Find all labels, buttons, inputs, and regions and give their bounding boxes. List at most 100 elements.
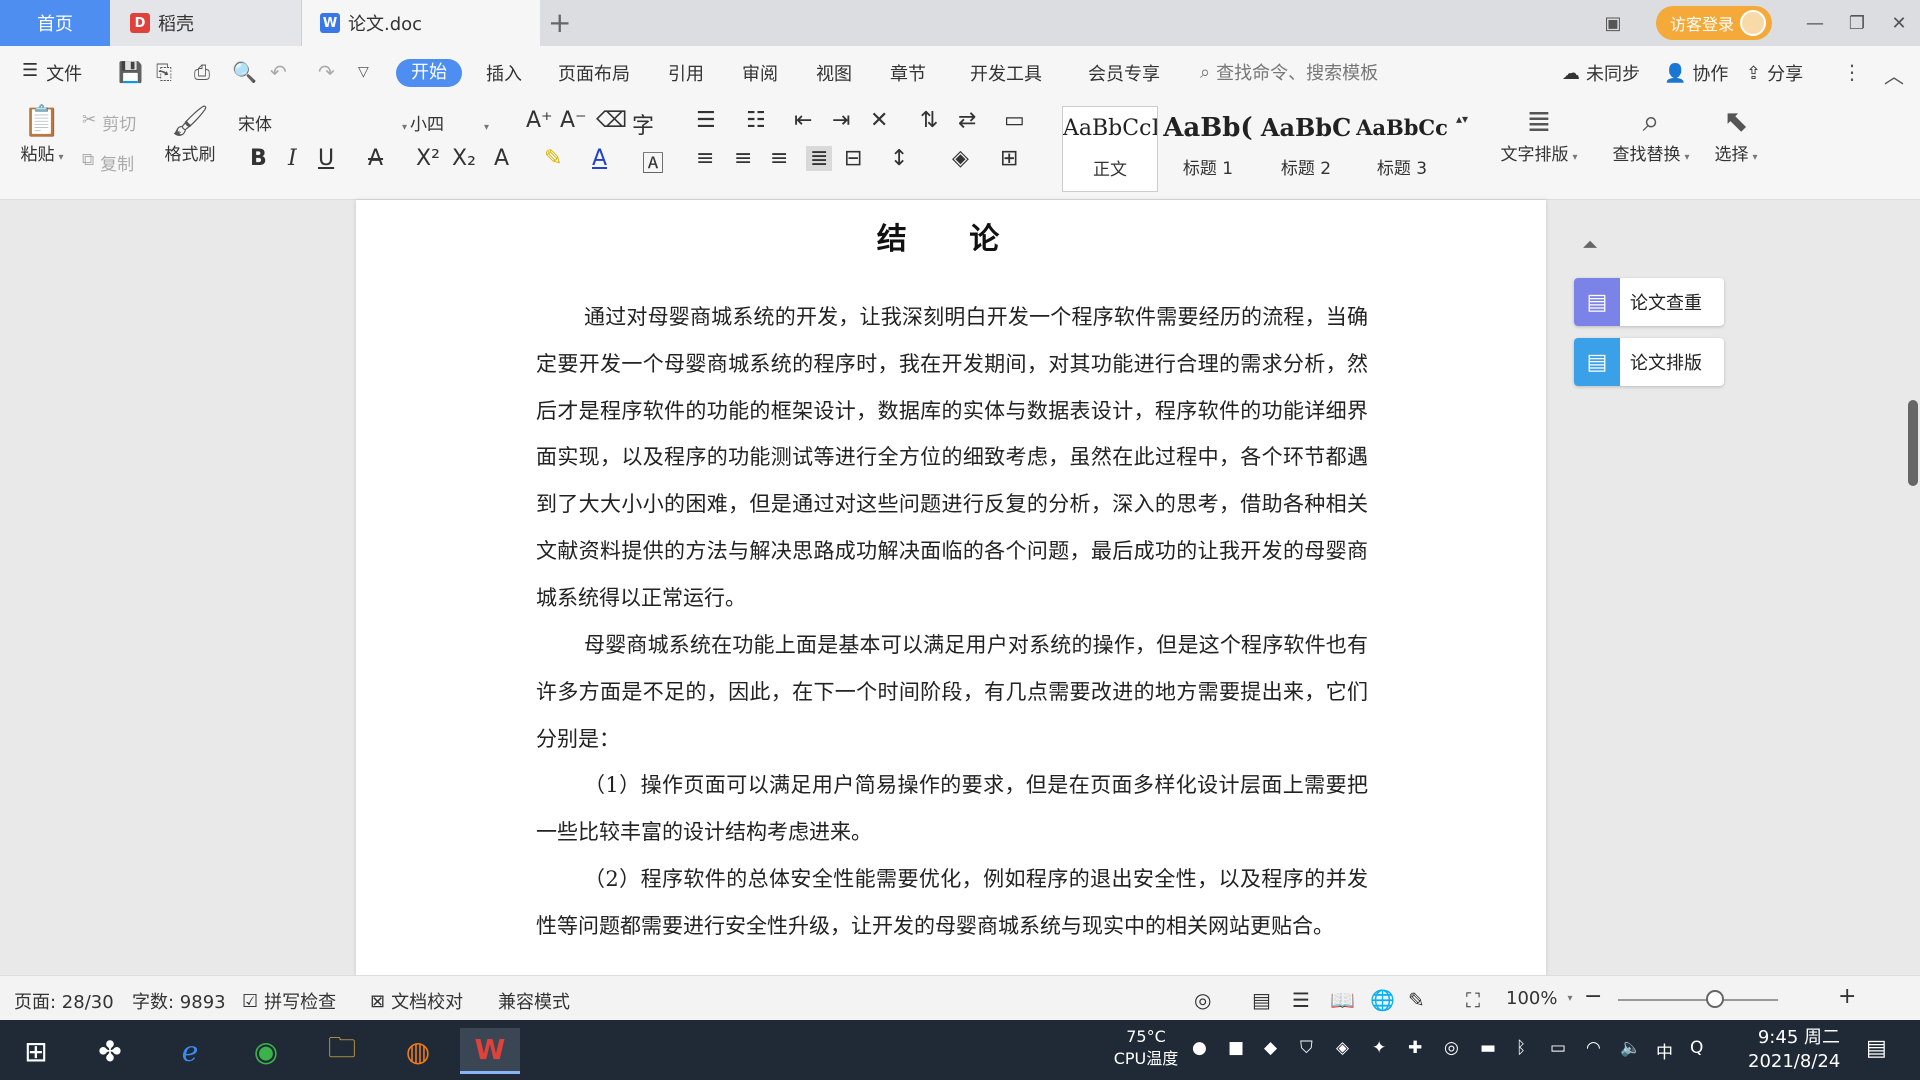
zoom-select[interactable]: 100% ▾ [1506,988,1573,1009]
print-preview-icon[interactable]: 🔍 [232,60,257,84]
proofread-button[interactable]: ⊠ 文档校对 [370,988,463,1014]
customize-chevron-icon[interactable]: ▽ [358,64,369,80]
tab-home[interactable]: 首页 [0,0,110,46]
tab-review[interactable]: 审阅 [742,60,778,86]
find-replace-button[interactable]: ⌕ 查找替换 ▾ [1606,104,1696,165]
paragraph[interactable]: （2）程序软件的总体安全性能需要优化，例如程序的退出安全性，以及程序的并发性等问… [536,856,1368,950]
line-spacing-icon[interactable]: ↕ [890,146,908,171]
tab-start[interactable]: 开始 [396,59,462,87]
undo-icon[interactable]: ↶ [270,60,287,84]
paragraph-direction-icon[interactable]: ⇄ [958,108,976,133]
align-left-icon[interactable]: ≡ [696,146,714,171]
increase-font-icon[interactable]: A⁺ [526,108,553,133]
search-tray-icon[interactable]: Q [1690,1038,1703,1058]
ruler-icon[interactable]: ▭ [1004,108,1025,133]
tab-reference[interactable]: 引用 [668,60,704,86]
paragraph[interactable]: 母婴商城系统在功能上面是基本可以满足用户对系统的操作，但是这个程序软件也有许多方… [536,622,1368,762]
collab-button[interactable]: 👤 协作 [1664,60,1728,86]
close-icon[interactable]: ✕ [1878,13,1920,34]
file-explorer-icon[interactable]: 🗀 [312,1028,372,1074]
underline-icon[interactable]: U [318,146,334,171]
outdent-icon[interactable]: ⇤ [794,108,812,133]
font-size-select[interactable]: 小四 ▾ [410,110,510,136]
more-icon[interactable]: ⋮ [1842,60,1862,84]
style-normal[interactable]: AaBbCcI 正文 [1062,106,1158,192]
bullet-list-icon[interactable]: ☰ [696,108,716,133]
style-heading3[interactable]: AaBbCc 标题 3 [1354,106,1450,192]
clock[interactable]: 9:45 周二 2021/8/24 [1748,1026,1840,1074]
paragraph[interactable]: （1）操作页面可以满足用户简易操作的要求，但是在页面多样化设计层面上需要把一些比… [536,762,1368,856]
indent-icon[interactable]: ⇥ [832,108,850,133]
web-view-icon[interactable]: 🌐 [1370,988,1395,1012]
clear-format-icon[interactable]: ⌫ [596,108,627,133]
minimize-icon[interactable]: — [1794,13,1836,34]
tray-app-icon[interactable]: ◈ [1336,1038,1349,1058]
align-center-icon[interactable]: ≡ [734,146,752,171]
zoom-slider-knob[interactable] [1706,990,1724,1008]
battery-icon[interactable]: ▭ [1550,1038,1566,1058]
char-border-icon[interactable]: 🄰 [642,146,664,178]
subscript-icon[interactable]: X₂ [452,146,476,171]
output-pdf-icon[interactable]: ⎘ [156,60,172,84]
new-tab-button[interactable]: + [548,6,571,39]
superscript-icon[interactable]: X² [416,146,440,171]
command-search[interactable]: ⌕ 查找命令、搜索模板 [1200,59,1378,85]
decrease-font-icon[interactable]: A⁻ [560,108,587,133]
font-name-select[interactable]: 宋体 ▾ [238,110,408,136]
strikethrough-icon[interactable]: A [368,146,383,171]
highlight-icon[interactable]: ✎ [544,146,562,171]
distribute-icon[interactable]: ⊟ [844,146,862,171]
select-button[interactable]: ⬉ 选择 ▾ [1706,104,1766,165]
text-layout-button[interactable]: ≣ 文字排版 ▾ [1494,104,1584,165]
document-page[interactable]: 结 论 通过对母婴商城系统的开发，让我深刻明白开发一个程序软件需要经历的流程，当… [356,200,1546,975]
style-scroll-icon[interactable]: ▴▾ [1456,112,1468,126]
page-view-icon[interactable]: ▤ [1252,988,1271,1012]
tab-insert[interactable]: 插入 [486,60,522,86]
pinwheel-app-icon[interactable]: ✤ [80,1028,140,1074]
fit-page-icon[interactable]: ⛶ [1466,988,1480,1012]
spell-check-button[interactable]: ☑ 拼写检查 [242,988,336,1014]
browser-green-icon[interactable]: ◉ [236,1028,296,1074]
reading-view-icon[interactable]: 📖 [1330,988,1355,1012]
tab-daoke[interactable]: D 稻壳 [110,0,302,46]
chinese-layout-icon[interactable]: ✕ [870,108,888,133]
thesis-check-button[interactable]: ▤ 论文查重 [1574,278,1724,326]
tray-app-icon[interactable]: ▬ [1480,1038,1496,1058]
restore-icon[interactable]: ❐ [1836,13,1878,34]
notification-icon[interactable]: ▤ [1866,1036,1887,1061]
tray-app-icon[interactable]: ● [1192,1038,1207,1058]
zoom-slider[interactable] [1618,999,1778,1001]
windows-start-icon[interactable]: ⊞ [6,1028,66,1074]
game-app-icon[interactable]: ◍ [388,1028,448,1074]
bold-icon[interactable]: B [250,146,267,171]
write-view-icon[interactable]: ✎ [1408,988,1425,1012]
align-justify-icon[interactable]: ≣ [806,146,833,171]
shield-icon[interactable]: ⛉ [1300,1038,1313,1058]
tray-app-icon[interactable]: ✦ [1372,1038,1386,1058]
wps-writer-icon[interactable]: W [460,1028,520,1074]
wifi-icon[interactable]: ◠ [1586,1038,1601,1058]
italic-icon[interactable]: I [288,146,297,171]
ime-indicator[interactable]: 中 [1656,1038,1673,1063]
zoom-in-icon[interactable]: + [1838,984,1856,1009]
tray-app-icon[interactable]: ✚ [1408,1038,1422,1058]
shading-icon[interactable]: ◈ [952,146,969,171]
tab-chapter[interactable]: 章节 [890,60,926,86]
border-icon[interactable]: ⊞ [1000,146,1018,171]
scrollbar-thumb[interactable] [1908,400,1918,486]
tray-app-icon[interactable]: ■ [1228,1038,1244,1058]
tray-app-icon[interactable]: ◆ [1264,1038,1277,1058]
tab-page-layout[interactable]: 页面布局 [558,60,630,86]
redo-icon[interactable]: ↷ [318,60,335,84]
thesis-format-button[interactable]: ▤ 论文排版 [1574,338,1724,386]
ie-browser-icon[interactable]: ℯ [160,1028,220,1074]
eye-protect-icon[interactable]: ◎ [1194,988,1211,1012]
tray-app-icon[interactable]: ◎ [1444,1038,1459,1058]
save-icon[interactable]: 💾 [118,60,143,84]
paste-button[interactable]: 📋 粘贴 ▾ [14,104,70,165]
volume-icon[interactable]: 🔈 [1620,1038,1641,1058]
visitor-login-button[interactable]: 访客登录 [1655,6,1772,40]
tab-devtools[interactable]: 开发工具 [970,60,1042,86]
print-icon[interactable]: ⎙ [194,60,210,84]
phonetic-icon[interactable]: 字 [632,108,654,140]
